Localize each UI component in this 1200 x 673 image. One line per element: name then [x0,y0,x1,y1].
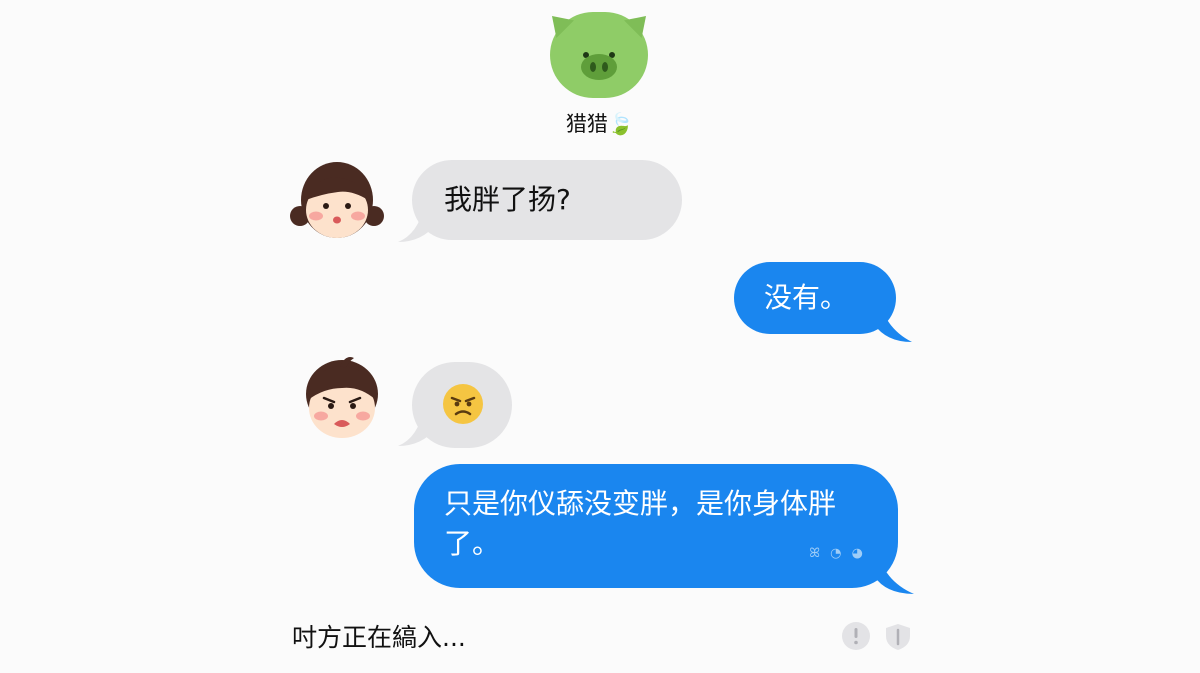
status-icons [842,622,910,650]
contact-name-text: 猎猎 [565,112,608,136]
alert-icon [842,622,870,650]
message-text: 只是你仪舔没变胖，是你身体胖了。 [444,487,837,560]
message-text: 没有。 [764,281,849,314]
typing-indicator: 吋方正在縞入... [292,623,466,652]
pig-ear-right [624,16,646,38]
angry-face-icon [443,384,483,424]
message-text: 我胖了扬? [444,183,571,216]
message-bubble-outgoing[interactable]: 只是你仪舔没变胖，是你身体胖了。 ꕤ ◔ ◕ [414,464,898,588]
girl-avatar[interactable] [288,156,386,244]
pig-nostril [590,62,596,72]
message-status: ꕤ ◔ ◕ [809,546,866,561]
leaf-icon: 🍃 [607,112,635,136]
contact-name[interactable]: 猎猎🍃 [560,108,640,138]
pig-ear-left [552,16,574,38]
message-bubble-incoming-emoji[interactable] [412,362,512,448]
pig-nostril [602,62,608,72]
boy-avatar[interactable] [294,352,390,444]
contact-avatar-pig[interactable] [550,12,648,98]
pig-snout [581,54,617,80]
message-bubble-outgoing[interactable]: 没有。 [734,262,896,334]
message-bubble-incoming[interactable]: 我胖了扬? [412,160,682,240]
shield-icon [886,624,910,650]
